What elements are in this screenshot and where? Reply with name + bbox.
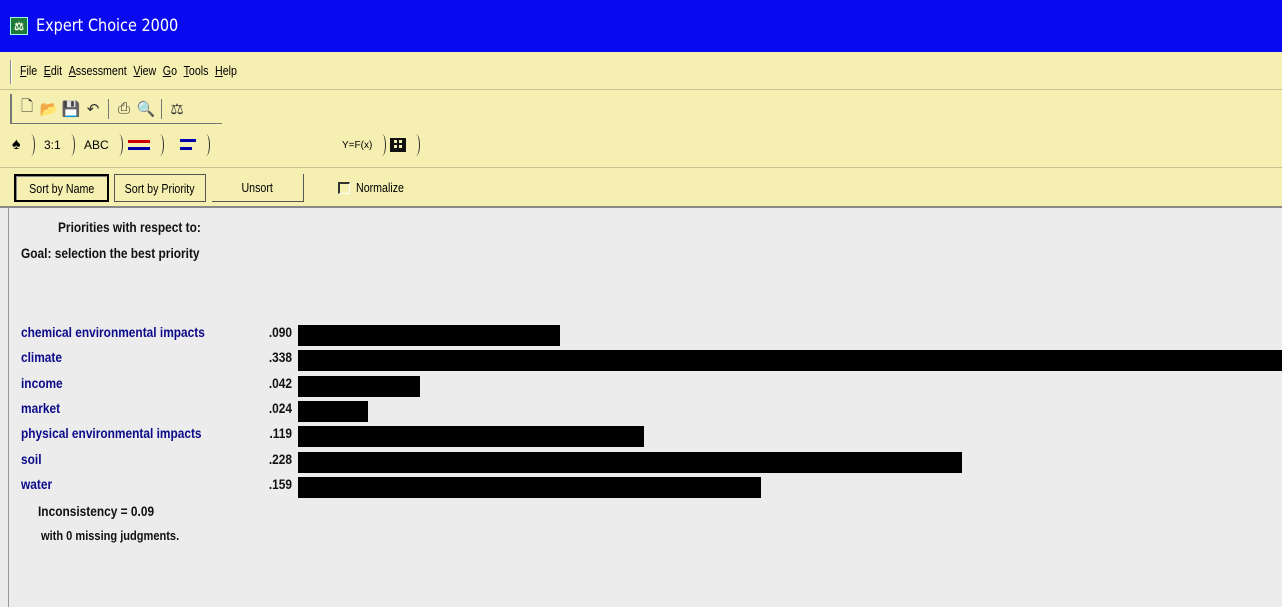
sort-lines-icon: [180, 138, 196, 152]
priority-value: .228: [268, 450, 292, 467]
tab-formula-label: Y=F(x): [342, 139, 373, 151]
menu-file[interactable]: File: [20, 63, 37, 78]
sort-by-name-label: Sort by Name: [28, 180, 95, 196]
priority-bar: [298, 375, 420, 397]
toolbar-separator: [161, 98, 162, 119]
tab-formula[interactable]: Y=F(x): [342, 132, 387, 158]
normalize-checkbox-group[interactable]: Normalize: [338, 180, 415, 195]
window-title: Expert Choice 2000: [36, 16, 179, 36]
sort-by-priority-label: Sort by Priority: [125, 180, 195, 196]
mode-toolbar: ♠ 3:1 ABC Y=F(x): [0, 128, 1282, 168]
priority-value: .090: [268, 324, 292, 340]
criterion-label[interactable]: water: [21, 476, 52, 492]
criterion-label[interactable]: soil: [21, 451, 42, 467]
unsort-label: Unsort: [241, 180, 274, 195]
menu-bar: File Edit Assessment View Go Tools Help: [0, 52, 1282, 90]
missing-judgments-text: with 0 missing judgments.: [41, 528, 180, 543]
priority-value: .119: [269, 425, 292, 442]
tab-model[interactable]: ♠: [12, 132, 35, 158]
unsort-button[interactable]: Unsort: [212, 174, 304, 202]
tab-verbal[interactable]: ABC: [84, 132, 123, 158]
scales-icon[interactable]: ⚖: [168, 100, 186, 118]
priority-bar: [298, 476, 761, 498]
tab-numerical-label: 3:1: [44, 138, 61, 152]
title-bar: ⚖ Expert Choice 2000: [0, 0, 1282, 52]
priority-bar: [298, 400, 368, 422]
model-icon: ♠: [12, 136, 21, 153]
inconsistency-text: Inconsistency = 0.09: [38, 503, 155, 519]
menu-view[interactable]: View: [133, 63, 156, 78]
priority-bar: [298, 426, 644, 448]
criterion-label[interactable]: chemical environmental impacts: [21, 324, 205, 340]
priority-value: .042: [268, 374, 292, 391]
normalize-label: Normalize: [356, 180, 404, 195]
menu-assessment[interactable]: Assessment: [69, 63, 127, 78]
menu-grip[interactable]: [10, 60, 12, 84]
toolbar-separator: [108, 98, 109, 119]
ec-app-icon[interactable]: ⚖: [10, 17, 28, 35]
menu-items: File Edit Assessment View Go Tools Help: [20, 63, 237, 78]
new-document-icon[interactable]: 🗋: [18, 98, 36, 118]
tab-grid[interactable]: [390, 132, 420, 158]
grid-icon: [390, 138, 406, 152]
priority-value: .338: [268, 349, 292, 366]
priorities-panel: Priorities with respect to: Goal: select…: [0, 208, 1282, 607]
panel-edge: [8, 208, 11, 607]
normalize-checkbox[interactable]: [338, 181, 350, 194]
priority-value: .159: [268, 475, 292, 492]
tab-numerical[interactable]: 3:1: [44, 132, 75, 158]
criterion-label[interactable]: income: [21, 375, 63, 391]
criterion-label[interactable]: physical environmental impacts: [21, 425, 202, 441]
criterion-label[interactable]: market: [21, 400, 60, 416]
sort-by-name-button[interactable]: Sort by Name: [14, 174, 109, 202]
menu-go[interactable]: Go: [163, 63, 177, 78]
tab-verbal-label: ABC: [84, 138, 109, 152]
tab-graphical[interactable]: [128, 132, 164, 158]
priority-value: .024: [268, 399, 292, 416]
menu-tools[interactable]: Tools: [184, 63, 209, 78]
equal-bars-icon: [128, 140, 150, 150]
criterion-label[interactable]: climate: [21, 349, 62, 365]
sort-toolbar: Sort by Name Sort by Priority Unsort Nor…: [0, 168, 1282, 208]
open-folder-icon[interactable]: 📂: [40, 100, 59, 118]
print-preview-icon[interactable]: 🔍: [137, 100, 156, 118]
tab-results[interactable]: [180, 132, 210, 158]
priority-bar: [298, 325, 560, 346]
menu-edit[interactable]: Edit: [44, 63, 62, 78]
priority-bar: [298, 451, 962, 473]
sort-by-priority-button[interactable]: Sort by Priority: [114, 174, 206, 202]
main-toolbar: 🗋 📂 💾 ↶ ⎙ 🔍 ⚖: [0, 90, 1282, 128]
goal-heading: Goal: selection the best priority: [21, 245, 200, 261]
undo-icon[interactable]: ↶: [84, 100, 102, 118]
toolbar-frame: 🗋 📂 💾 ↶ ⎙ 🔍 ⚖: [10, 94, 222, 124]
menu-help[interactable]: Help: [215, 63, 237, 78]
print-icon[interactable]: ⎙: [115, 100, 133, 118]
save-icon[interactable]: 💾: [62, 100, 81, 118]
priorities-heading: Priorities with respect to:: [58, 219, 201, 235]
priority-bar: [298, 350, 1282, 372]
